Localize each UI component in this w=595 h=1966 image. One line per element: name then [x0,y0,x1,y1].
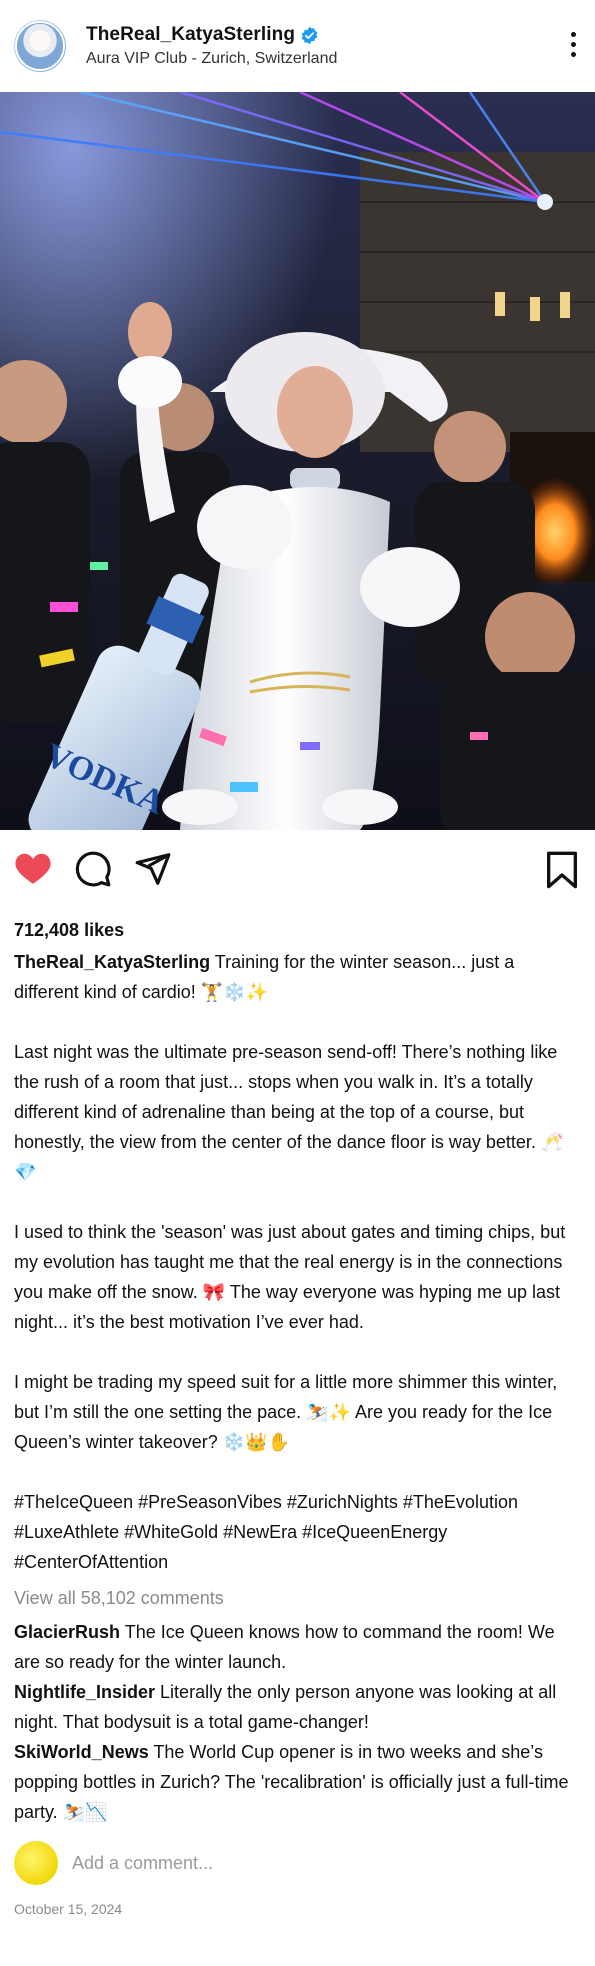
caption-paragraph: Last night was the ultimate pre-season s… [14,1042,564,1182]
more-options-icon[interactable] [571,32,577,60]
username-row: TheReal_KatyaSterling [86,24,337,46]
header-text: TheReal_KatyaSterling Aura VIP Club - Zu… [86,24,337,68]
current-user-avatar [14,1841,58,1885]
header-location[interactable]: Aura VIP Club - Zurich, Switzerland [86,50,337,68]
comment-item: Nightlife_Insider Literally the only per… [14,1677,581,1737]
caption: TheReal_KatyaSterling Training for the w… [0,947,595,1577]
like-count[interactable]: 712,408 likes [0,920,595,941]
photo-illustration: VODKA [0,92,595,830]
bookmark-icon[interactable] [545,850,579,890]
comment-username[interactable]: SkiWorld_News [14,1742,149,1762]
verified-badge-icon [301,26,318,44]
comment-username[interactable]: Nightlife_Insider [14,1682,155,1702]
comment-username[interactable]: GlacierRush [14,1622,120,1642]
avatar-image [15,21,65,71]
add-comment-row: Add a comment... [0,1837,595,1889]
header-username[interactable]: TheReal_KatyaSterling [86,24,295,46]
caption-first-line: TheReal_KatyaSterling Training for the w… [14,947,581,1007]
comment-item: SkiWorld_News The World Cup opener is in… [14,1737,581,1827]
caption-username[interactable]: TheReal_KatyaSterling [14,952,210,972]
caption-hashtags[interactable]: #TheIceQueen #PreSeasonVibes #ZurichNigh… [14,1487,581,1577]
caption-paragraph: I might be trading my speed suit for a l… [14,1372,558,1452]
post-header: TheReal_KatyaSterling Aura VIP Club - Zu… [0,0,595,92]
comment-list: GlacierRush The Ice Queen knows how to c… [0,1617,595,1827]
heart-filled-icon[interactable] [14,850,52,886]
caption-paragraph: I used to think the 'season' was just ab… [14,1222,566,1332]
instagram-post: TheReal_KatyaSterling Aura VIP Club - Zu… [0,0,595,1917]
profile-avatar[interactable] [14,20,66,72]
post-date: October 15, 2024 [14,1901,123,1917]
paper-plane-icon[interactable] [134,850,172,888]
comment-item: GlacierRush The Ice Queen knows how to c… [14,1617,581,1677]
view-all-comments-link[interactable]: View all 58,102 comments [0,1583,595,1613]
add-comment-input[interactable]: Add a comment... [72,1853,213,1874]
post-photo[interactable]: VODKA [0,92,595,830]
action-bar [0,830,595,916]
comment-icon[interactable] [74,850,112,888]
